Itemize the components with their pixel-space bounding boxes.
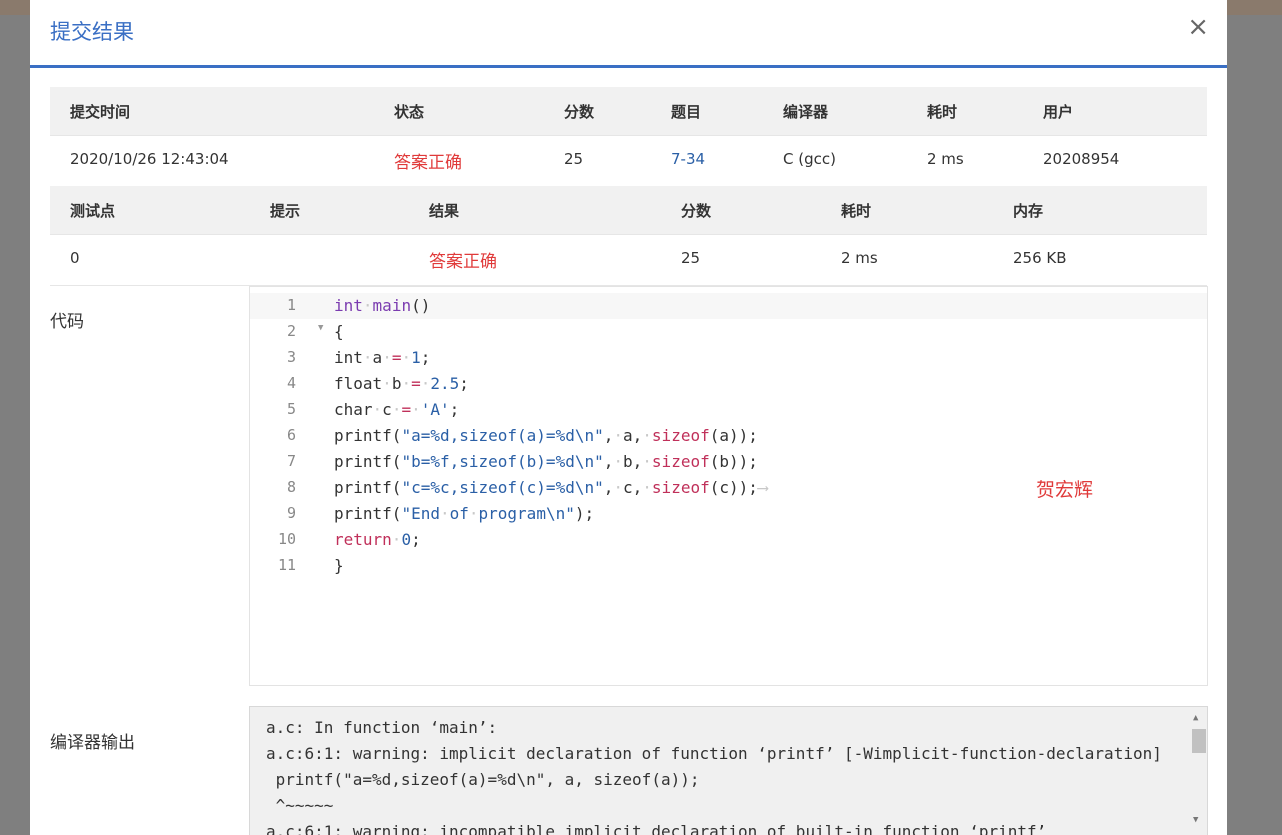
line-number: 2 (286, 322, 296, 340)
code-line: 7 printf("b=%f,sizeof(b)=%d\n",·b,·sizeo… (250, 449, 1207, 475)
code-text: printf("a=%d,sizeof(a)=%d\n",·a,·sizeof(… (334, 426, 758, 445)
modal-header: 提交结果 × (30, 0, 1227, 68)
close-icon[interactable]: × (1187, 12, 1209, 42)
header-duration: 耗时 (927, 103, 958, 121)
duration-value: 2 ms (927, 150, 964, 168)
status-badge: 答案正确 (394, 153, 462, 173)
code-label: 代码 (50, 312, 84, 332)
code-line: 3 int·a·=·1; (250, 345, 1207, 371)
line-number: 3 (286, 348, 296, 366)
code-text: int·a·=·1; (334, 348, 431, 367)
user-value: 20208954 (1043, 150, 1120, 168)
line-number: 6 (286, 426, 296, 444)
testcase-result-badge: 答案正确 (429, 252, 497, 272)
header-user: 用户 (1043, 103, 1074, 121)
output-line: printf("a=%d,sizeof(a)=%d\n", a, sizeof(… (266, 770, 700, 789)
table-row: 2020/10/26 12:43:04 答案正确 25 7-34 C (gcc)… (50, 136, 1207, 187)
testcase-duration: 2 ms (841, 249, 878, 267)
header-hint: 提示 (270, 202, 301, 220)
code-text: printf("End·of·program\n"); (334, 504, 595, 523)
code-line: 2 ▼ { (250, 319, 1207, 345)
modal-title: 提交结果 (50, 20, 134, 44)
submission-result-modal: 提交结果 × 提交时间 状态 分数 题目 编译器 耗时 用户 2020/10/2… (30, 0, 1227, 835)
code-text: char·c·=·'A'; (334, 400, 460, 419)
scroll-up-arrow-icon[interactable]: ▲ (1193, 713, 1198, 723)
fold-arrow-icon[interactable]: ▼ (318, 323, 323, 333)
code-text: printf("c=%c,sizeof(c)=%d\n",·c,·sizeof(… (334, 478, 768, 497)
header-status: 状态 (394, 103, 425, 121)
code-line: 11 } (250, 553, 1207, 579)
output-line: a.c:6:1: warning: implicit declaration o… (266, 744, 1162, 763)
watermark-name: 贺宏辉 (1036, 479, 1094, 501)
line-number: 9 (286, 504, 296, 522)
output-line: ^~~~~~ (266, 796, 334, 815)
header-duration: 耗时 (841, 202, 872, 220)
testcase-table: 测试点 提示 结果 分数 耗时 内存 0 答案正确 25 2 ms 256 KB (50, 186, 1207, 286)
testcase-memory: 256 KB (1013, 249, 1067, 267)
header-testcase: 测试点 (70, 202, 116, 220)
code-line: 5 char·c·=·'A'; (250, 397, 1207, 423)
score-value: 25 (564, 150, 584, 168)
testcase-score: 25 (681, 249, 701, 267)
problem-link[interactable]: 7-34 (671, 150, 705, 168)
header-submit-time: 提交时间 (70, 103, 131, 121)
line-number: 1 (286, 296, 296, 314)
line-number: 11 (277, 556, 296, 574)
header-result: 结果 (429, 202, 460, 220)
code-line: 10 return·0; (250, 527, 1207, 553)
testcase-index: 0 (70, 249, 80, 267)
submission-header-row: 提交时间 状态 分数 题目 编译器 耗时 用户 (50, 87, 1207, 136)
code-text: return·0; (334, 530, 421, 549)
header-score: 分数 (681, 202, 712, 220)
table-row: 0 答案正确 25 2 ms 256 KB (50, 235, 1207, 286)
output-scrollbar[interactable]: ▲ ▼ (1189, 707, 1207, 835)
submit-time: 2020/10/26 12:43:04 (70, 150, 229, 168)
compiler-output-label: 编译器输出 (50, 733, 135, 753)
compiler-output-box[interactable]: a.c: In function ‘main’: a.c:6:1: warnin… (249, 706, 1208, 835)
header-problem: 题目 (671, 103, 702, 121)
code-text: int·main() (334, 296, 431, 315)
line-number: 7 (286, 452, 296, 470)
code-text: printf("b=%f,sizeof(b)=%d\n",·b,·sizeof(… (334, 452, 758, 471)
code-line: 1 int·main() (250, 293, 1207, 319)
header-score: 分数 (564, 103, 595, 121)
scroll-down-arrow-icon[interactable]: ▼ (1193, 815, 1198, 825)
line-number: 8 (286, 478, 296, 496)
output-line: a.c:6:1: warning: incompatible implicit … (266, 822, 1047, 835)
code-text: float·b·=·2.5; (334, 374, 469, 393)
code-text: } (334, 556, 344, 575)
line-number: 4 (286, 374, 296, 392)
code-line: 6 printf("a=%d,sizeof(a)=%d\n",·a,·sizeo… (250, 423, 1207, 449)
code-text: { (334, 322, 344, 341)
header-memory: 内存 (1013, 202, 1044, 220)
code-editor[interactable]: 1 int·main() 2 ▼ { 3 int·a·=·1; 4 float·… (249, 286, 1208, 686)
testcase-header-row: 测试点 提示 结果 分数 耗时 内存 (50, 186, 1207, 235)
code-line: 9 printf("End·of·program\n"); (250, 501, 1207, 527)
code-line: 4 float·b·=·2.5; (250, 371, 1207, 397)
line-number: 5 (286, 400, 296, 418)
compiler-value: C (gcc) (783, 150, 836, 168)
header-compiler: 编译器 (783, 103, 829, 121)
submission-table: 提交时间 状态 分数 题目 编译器 耗时 用户 2020/10/26 12:43… (50, 87, 1207, 187)
scroll-thumb[interactable] (1192, 729, 1206, 753)
line-number: 10 (277, 530, 296, 548)
output-line: a.c: In function ‘main’: (266, 718, 498, 737)
